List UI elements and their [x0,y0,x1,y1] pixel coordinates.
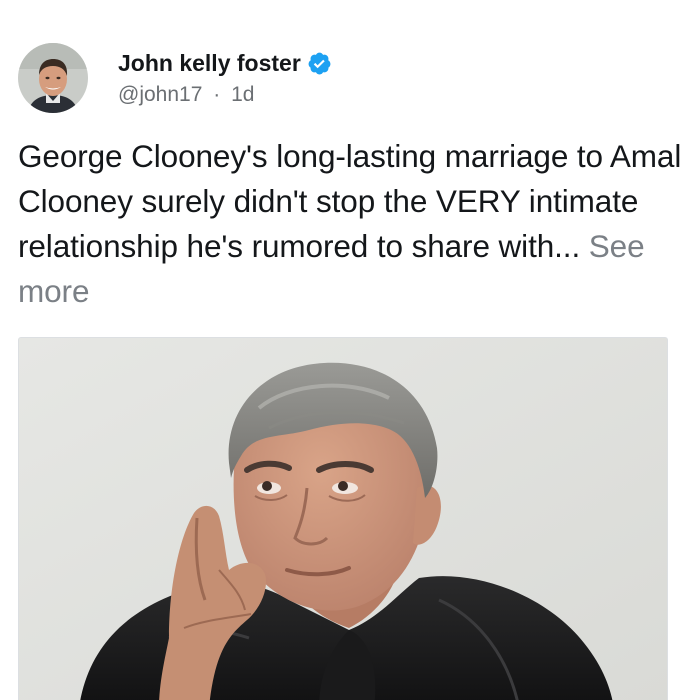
author-display-name[interactable]: John kelly foster [118,49,301,77]
author-sub-row: @john17 · 1d [118,83,332,107]
tweet-card[interactable]: John kelly foster @john17 · 1d George Cl… [0,0,700,700]
meta-separator: · [213,83,221,106]
avatar[interactable] [18,43,88,113]
author-meta: John kelly foster @john17 · 1d [118,49,332,107]
author-handle[interactable]: @john17 [118,83,202,106]
tweet-timestamp[interactable]: 1d [231,83,254,106]
author-name-row: John kelly foster [118,49,332,77]
tweet-header: John kelly foster @john17 · 1d [18,38,332,118]
tweet-media-image[interactable] [18,337,668,700]
tweet-text: George Clooney's long-lasting marriage t… [18,138,682,264]
verified-badge-icon [307,51,332,76]
tweet-body: George Clooney's long-lasting marriage t… [18,134,694,314]
